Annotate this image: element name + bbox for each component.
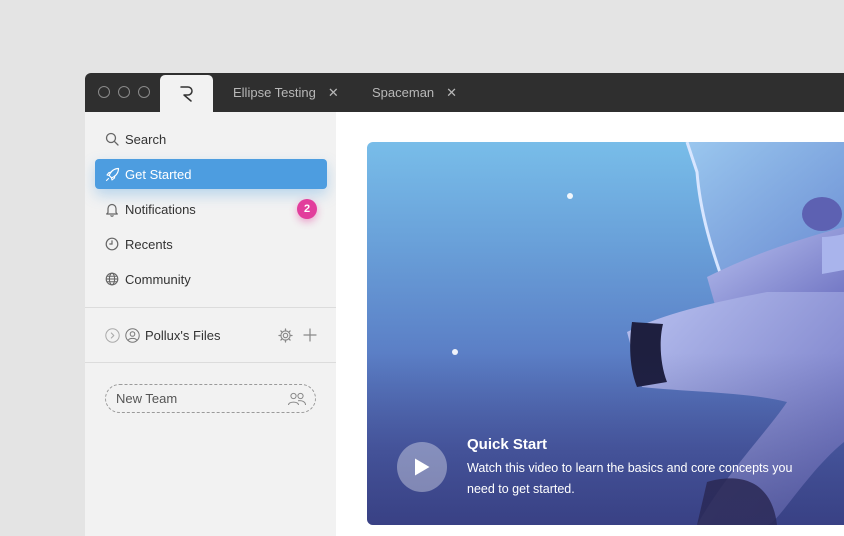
sidebar-item-label: Get Started [125,166,192,182]
sidebar-item-label: Search [125,131,167,147]
bell-icon [104,201,120,217]
notification-count-badge: 2 [297,199,317,219]
sidebar-item-label: Notifications [125,201,196,217]
sidebar-divider [85,307,336,308]
new-team-input[interactable]: New Team [105,384,316,413]
quick-start-video-card[interactable]: Quick Start Watch this video to learn th… [367,142,844,525]
sidebar-item-notifications[interactable]: Notifications 2 [95,194,327,224]
sidebar-item-community[interactable]: Community [95,264,327,294]
sidebar-item-label: Community [125,271,191,287]
add-icon[interactable] [303,328,317,342]
tab-spaceman[interactable]: Spaceman ✕ [372,73,457,112]
gear-icon[interactable] [278,327,293,343]
title-bar: Ellipse Testing ✕ Spaceman ✕ [85,73,844,112]
team-files-row[interactable]: Pollux's Files [105,324,317,346]
sidebar-item-label: Recents [125,236,173,252]
play-icon [415,458,430,476]
expand-chevron-icon[interactable] [105,327,120,343]
sidebar-item-search[interactable]: Search [95,124,327,154]
team-files-label: Pollux's Files [145,327,221,343]
home-tab[interactable] [160,75,213,112]
maximize-window-button[interactable] [138,86,150,98]
new-team-placeholder: New Team [116,391,178,406]
close-tab-icon[interactable]: ✕ [446,85,457,101]
clock-icon [104,236,120,252]
minimize-window-button[interactable] [118,86,130,98]
search-icon [104,131,120,147]
close-window-button[interactable] [98,86,110,98]
team-members-icon[interactable] [287,392,307,406]
sidebar-item-recents[interactable]: Recents [95,229,327,259]
sidebar: Search Get Started Notifications 2 Recen… [85,112,336,536]
user-avatar-icon [125,327,140,343]
tab-ellipse-testing[interactable]: Ellipse Testing ✕ [233,73,339,112]
tab-label: Spaceman [372,85,435,100]
app-window: Ellipse Testing ✕ Spaceman ✕ Search Get … [85,73,844,536]
globe-icon [104,271,120,287]
play-button[interactable] [397,442,447,492]
rocket-icon [104,166,120,182]
app-logo-icon [179,86,193,102]
main-content: Quick Start Watch this video to learn th… [336,112,844,536]
hero-title: Quick Start [467,436,548,453]
sidebar-divider [85,362,336,363]
close-tab-icon[interactable]: ✕ [328,85,339,101]
hero-description: Watch this video to learn the basics and… [467,461,793,496]
sidebar-item-get-started[interactable]: Get Started [95,159,327,189]
tab-label: Ellipse Testing [233,85,316,100]
